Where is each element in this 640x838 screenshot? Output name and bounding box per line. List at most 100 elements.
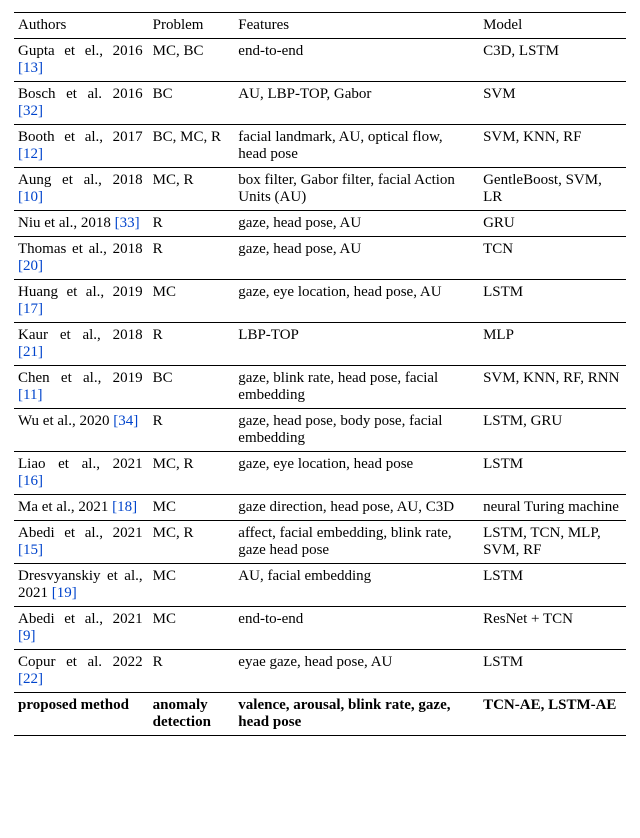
citation-link[interactable]: [33] [115,215,140,231]
table-row: Gupta et el., 2016 [13]MC, BCend-to-endC… [14,39,626,82]
cell-problem: R [149,323,235,366]
cell-problem: MC, BC [149,39,235,82]
cell-model: LSTM [479,650,626,693]
cell-problem: R [149,650,235,693]
citation-link[interactable]: [18] [112,499,137,515]
cell-features: gaze, eye location, head pose, AU [234,280,479,323]
table-row: Abedi et al., 2021 [15]MC, Raffect, faci… [14,521,626,564]
cell-features: eyae gaze, head pose, AU [234,650,479,693]
cell-features: affect, facial embedding, blink rate, ga… [234,521,479,564]
author-text: Kaur et al., 2018 [18,327,143,343]
cell-features: gaze, head pose, AU [234,237,479,280]
cell-model: LSTM, GRU [479,409,626,452]
header-model: Model [479,13,626,39]
author-text: Chen et al., 2019 [18,370,143,386]
table-row: Dresvyanskiy et al., 2021 [19]MCAU, faci… [14,564,626,607]
citation-link[interactable]: [22] [18,671,43,687]
cell-model: SVM, KNN, RF [479,125,626,168]
citation-link[interactable]: [15] [18,542,43,558]
cell-authors: Ma et al., 2021 [18] [14,495,149,521]
cell-authors: Liao et al., 2021 [16] [14,452,149,495]
cell-authors: proposed method [14,693,149,736]
cell-model: LSTM [479,280,626,323]
cell-problem: MC, R [149,452,235,495]
citation-link[interactable]: [11] [18,387,42,403]
cell-authors: Dresvyanskiy et al., 2021 [19] [14,564,149,607]
cell-model: TCN [479,237,626,280]
table-row: Wu et al., 2020 [34]Rgaze, head pose, bo… [14,409,626,452]
cell-features: end-to-end [234,39,479,82]
author-text: proposed method [18,697,129,713]
cell-authors: Thomas et al., 2018 [20] [14,237,149,280]
table-row: Bosch et al. 2016 [32]BCAU, LBP-TOP, Gab… [14,82,626,125]
cell-model: SVM [479,82,626,125]
citation-link[interactable]: [19] [52,585,77,601]
cell-model: TCN-AE, LSTM-AE [479,693,626,736]
table-row: Kaur et al., 2018 [21]RLBP-TOPMLP [14,323,626,366]
cell-model: neural Turing machine [479,495,626,521]
table-row: Copur et al. 2022 [22]Reyae gaze, head p… [14,650,626,693]
citation-link[interactable]: [10] [18,189,43,205]
cell-problem: R [149,409,235,452]
cell-features: end-to-end [234,607,479,650]
cell-problem: anomaly detection [149,693,235,736]
author-text: Copur et al. 2022 [18,654,143,670]
cell-features: valence, arousal, blink rate, gaze, head… [234,693,479,736]
citation-link[interactable]: [16] [18,473,43,489]
cell-model: GRU [479,211,626,237]
table-row: Niu et al., 2018 [33]Rgaze, head pose, A… [14,211,626,237]
cell-authors: Abedi et al., 2021 [9] [14,607,149,650]
cell-authors: Bosch et al. 2016 [32] [14,82,149,125]
cell-model: LSTM [479,452,626,495]
author-text: Thomas et al., 2018 [18,241,143,257]
citation-link[interactable]: [9] [18,628,36,644]
table-row: proposed method anomaly detectionvalence,… [14,693,626,736]
cell-features: AU, LBP-TOP, Gabor [234,82,479,125]
table-row: Aung et al., 2018 [10]MC, Rbox filter, G… [14,168,626,211]
cell-problem: R [149,237,235,280]
table-header-row: Authors Problem Features Model [14,13,626,39]
cell-authors: Copur et al. 2022 [22] [14,650,149,693]
citation-link[interactable]: [20] [18,258,43,274]
cell-features: facial landmark, AU, optical flow, head … [234,125,479,168]
citation-link[interactable]: [13] [18,60,43,76]
cell-problem: BC, MC, R [149,125,235,168]
table-row: Liao et al., 2021 [16]MC, Rgaze, eye loc… [14,452,626,495]
author-text: Niu et al., 2018 [18,215,111,231]
cell-model: ResNet + TCN [479,607,626,650]
author-text: Aung et al., 2018 [18,172,143,188]
citation-link[interactable]: [12] [18,146,43,162]
author-text: Booth et al., 2017 [18,129,143,145]
citation-link[interactable]: [32] [18,103,43,119]
cell-features: LBP-TOP [234,323,479,366]
cell-authors: Huang et al., 2019 [17] [14,280,149,323]
cell-authors: Kaur et al., 2018 [21] [14,323,149,366]
cell-features: gaze direction, head pose, AU, C3D [234,495,479,521]
author-text: Liao et al., 2021 [18,456,143,472]
citation-link[interactable]: [17] [18,301,43,317]
cell-authors: Aung et al., 2018 [10] [14,168,149,211]
author-text: Abedi et al., 2021 [18,525,143,541]
cell-model: LSTM [479,564,626,607]
citation-link[interactable]: [34] [113,413,138,429]
cell-problem: MC [149,564,235,607]
author-text: Huang et al., 2019 [18,284,143,300]
cell-authors: Booth et al., 2017 [12] [14,125,149,168]
cell-features: gaze, head pose, AU [234,211,479,237]
cell-features: gaze, head pose, body pose, facial embed… [234,409,479,452]
table-row: Chen et al., 2019 [11]BCgaze, blink rate… [14,366,626,409]
cell-model: LSTM, TCN, MLP, SVM, RF [479,521,626,564]
table-row: Abedi et al., 2021 [9]MCend-to-endResNet… [14,607,626,650]
citation-link[interactable]: [21] [18,344,43,360]
cell-features: box filter, Gabor filter, facial Action … [234,168,479,211]
literature-table: Authors Problem Features Model Gupta et … [14,12,626,736]
cell-problem: MC [149,280,235,323]
header-authors: Authors [14,13,149,39]
cell-features: gaze, eye location, head pose [234,452,479,495]
cell-authors: Chen et al., 2019 [11] [14,366,149,409]
cell-authors: Niu et al., 2018 [33] [14,211,149,237]
cell-model: MLP [479,323,626,366]
table-row: Thomas et al., 2018 [20]Rgaze, head pose… [14,237,626,280]
cell-features: AU, facial embedding [234,564,479,607]
table-row: Ma et al., 2021 [18]MCgaze direction, he… [14,495,626,521]
